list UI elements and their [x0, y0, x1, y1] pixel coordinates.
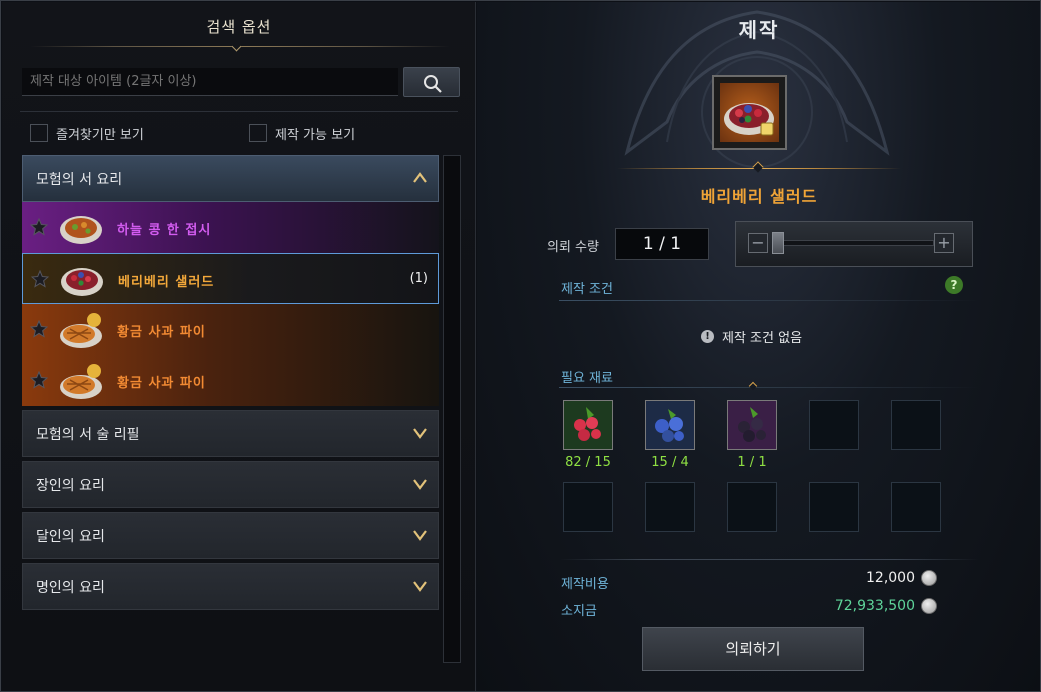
divider-caret-icon [748, 381, 758, 391]
info-icon: ! [701, 330, 714, 343]
section-divider [559, 300, 979, 301]
material-slot[interactable] [563, 400, 613, 450]
berry-salad-icon [724, 103, 774, 136]
recipe-list: 모험의 서 요리 하늘 콩 한 접시 베리베리 샐러드 (1) 황금 사과 파이… [22, 155, 439, 614]
slider-track[interactable] [772, 240, 934, 246]
craftable-only-label: 제작 가능 보기 [275, 127, 356, 143]
material-slot-empty [563, 482, 613, 532]
quantity-slider[interactable]: − + [735, 221, 973, 267]
material-slot[interactable] [727, 400, 777, 450]
item-name: 베리베리 샐러드 [118, 275, 215, 290]
item-count: (1) [409, 271, 428, 286]
divider [20, 111, 458, 112]
category-adventure-cooking[interactable]: 모험의 서 요리 [22, 155, 439, 202]
chevron-down-icon [413, 581, 427, 592]
category-label: 명인의 요리 [36, 579, 105, 596]
checkbox-box[interactable] [249, 124, 267, 142]
favorite-star-icon[interactable] [30, 320, 48, 338]
chevron-down-icon [413, 479, 427, 490]
crafting-cost-value: 12,000 [866, 570, 915, 586]
item-name: 하늘 콩 한 접시 [117, 223, 212, 238]
category-label: 장인의 요리 [36, 477, 105, 494]
material-slot-empty [727, 482, 777, 532]
raspberry-icon [574, 407, 601, 441]
chevron-down-icon [413, 428, 427, 439]
gold-owned-value: 72,933,500 [834, 598, 915, 614]
silver-coin-icon [921, 570, 937, 586]
quantity-input[interactable]: 1 / 1 [615, 228, 709, 260]
blueberry-icon [655, 409, 684, 442]
crafting-title: 제작 [738, 18, 780, 42]
section-divider [559, 387, 979, 388]
decrease-button[interactable]: − [748, 233, 768, 253]
apple-pie-icon [60, 313, 102, 348]
crafted-item-slot[interactable] [712, 75, 787, 150]
category-adventure-drink-refill[interactable]: 모험의 서 술 리필 [22, 410, 439, 457]
item-name: 황금 사과 파이 [117, 325, 206, 340]
material-count: 15 / 4 [651, 455, 689, 470]
favorites-only-label: 즐겨찾기만 보기 [56, 127, 144, 143]
bean-plate-icon [60, 216, 102, 244]
category-label: 모험의 서 요리 [36, 171, 123, 188]
material-slot[interactable] [645, 400, 695, 450]
help-icon[interactable]: ? [945, 276, 963, 294]
request-button[interactable]: 의뢰하기 [642, 627, 864, 671]
crafting-cost-label: 제작비용 [561, 577, 609, 592]
quantity-label: 의뢰 수량 [547, 240, 599, 255]
divider [559, 559, 979, 560]
favorite-star-icon[interactable] [30, 371, 48, 389]
material-slot-empty [891, 482, 941, 532]
material-count: 1 / 1 [737, 455, 767, 470]
material-slot-empty [809, 482, 859, 532]
material-slot-empty [809, 400, 859, 450]
search-icon [424, 75, 442, 93]
favorites-only-checkbox[interactable]: 즐겨찾기만 보기 [30, 123, 144, 143]
title-caret-icon [231, 41, 242, 52]
item-icon-background [720, 83, 779, 142]
search-button[interactable] [403, 67, 460, 97]
category-artisan-cooking[interactable]: 장인의 요리 [22, 461, 439, 508]
crafting-panel: 제작 베리베리 샐러드 의뢰 수량 1 / 1 − + 제작 조건 ? ! 제작… [477, 2, 1040, 691]
list-item[interactable]: 하늘 콩 한 접시 [22, 202, 439, 253]
category-master-cooking[interactable]: 명인의 요리 [22, 563, 439, 610]
checkbox-box[interactable] [30, 124, 48, 142]
category-label: 모험의 서 술 리필 [36, 426, 140, 443]
search-options-title: 검색 옵션 [206, 18, 272, 36]
category-label: 달인의 요리 [36, 528, 105, 545]
material-slot-empty [891, 400, 941, 450]
category-expert-cooking[interactable]: 달인의 요리 [22, 512, 439, 559]
list-item[interactable]: 황금 사과 파이 [22, 355, 439, 406]
berry-salad-icon [61, 268, 103, 296]
search-input[interactable] [22, 68, 398, 96]
increase-button[interactable]: + [934, 233, 954, 253]
conditions-label: 제작 조건 [561, 282, 613, 297]
no-conditions-message: ! 제작 조건 없음 [701, 327, 802, 346]
no-conditions-text: 제작 조건 없음 [722, 331, 803, 346]
blackberry-icon [738, 407, 766, 442]
item-name: 황금 사과 파이 [117, 376, 206, 391]
list-scrollbar[interactable] [443, 155, 461, 663]
silver-coin-icon [921, 598, 937, 614]
chevron-down-icon [413, 530, 427, 541]
materials-label: 필요 재료 [561, 371, 613, 386]
gold-owned-label: 소지금 [561, 604, 597, 619]
apple-pie-icon [60, 364, 102, 399]
craftable-only-checkbox[interactable]: 제작 가능 보기 [249, 123, 355, 143]
material-slot-empty [645, 482, 695, 532]
favorite-star-icon[interactable] [31, 270, 49, 288]
chevron-up-icon [413, 172, 427, 183]
crafting-window: 검색 옵션 즐겨찾기만 보기 제작 가능 보기 모험의 서 요리 [0, 0, 1041, 692]
list-item-selected[interactable]: 베리베리 샐러드 (1) [22, 253, 439, 304]
material-count: 82 / 15 [565, 455, 611, 470]
slider-thumb[interactable] [772, 232, 784, 254]
search-options-panel: 검색 옵션 즐겨찾기만 보기 제작 가능 보기 모험의 서 요리 [2, 2, 476, 691]
crafted-item-name: 베리베리 샐러드 [700, 187, 818, 206]
list-item[interactable]: 황금 사과 파이 [22, 304, 439, 355]
favorite-star-icon[interactable] [30, 218, 48, 236]
